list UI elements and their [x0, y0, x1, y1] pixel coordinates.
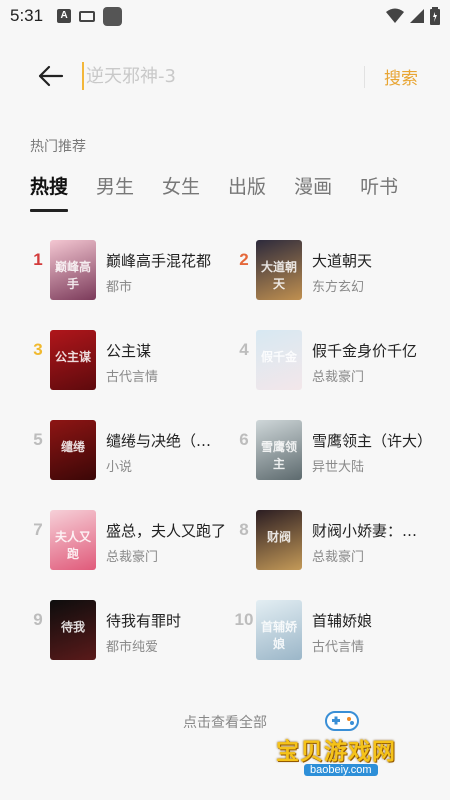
tab-4[interactable]: 漫画: [294, 172, 332, 212]
app-notification-icon: [103, 6, 123, 26]
search-bar: 搜索: [0, 48, 450, 104]
search-divider: [364, 66, 365, 88]
book-cover-text: 夫人又跑: [54, 530, 91, 561]
book-title[interactable]: 财阀小娇妻：乖乖宠: [312, 520, 432, 541]
book-cover[interactable]: 待我: [50, 600, 96, 660]
book-genre: 东方玄幻: [312, 280, 365, 295]
tab-0[interactable]: 热搜: [30, 172, 69, 212]
book-item[interactable]: 5 缱绻 缱绻与决绝（完整版） 小说: [26, 408, 226, 480]
book-rank: 4: [239, 340, 249, 359]
book-title[interactable]: 待我有罪时: [106, 610, 226, 631]
wifi-icon: [386, 8, 404, 23]
watermark-url: baobeiy.com: [304, 764, 378, 776]
book-genre: 古代言情: [312, 640, 365, 655]
tab-1[interactable]: 男生: [96, 172, 134, 212]
book-cover[interactable]: 缱绻: [50, 420, 96, 480]
book-rank: 6: [239, 430, 249, 449]
book-title[interactable]: 巅峰高手混花都: [106, 250, 226, 271]
book-genre: 总裁豪门: [312, 370, 365, 385]
gamepad-icon: [325, 711, 359, 731]
book-title[interactable]: 缱绻与决绝（完整版）: [106, 430, 226, 451]
book-rank: 7: [33, 520, 43, 539]
book-title[interactable]: 盛总，夫人又跑了: [106, 520, 226, 541]
book-cover[interactable]: 夫人又跑: [50, 510, 96, 570]
book-item[interactable]: 4 假千金 假千金身价千亿总裁豪门: [232, 318, 432, 390]
book-title[interactable]: 首辅娇娘: [312, 610, 432, 631]
book-title[interactable]: 雪鹰领主（许大）: [312, 430, 432, 451]
status-icons: [386, 7, 440, 25]
book-item[interactable]: 1 巅峰高手 巅峰高手混花都都市: [26, 228, 226, 300]
book-cover-text: 雪鹰领主: [260, 440, 297, 471]
book-title[interactable]: 公主谋: [106, 340, 226, 361]
book-rank: 9: [33, 610, 43, 629]
book-rank: 8: [239, 520, 249, 539]
book-cover[interactable]: 首辅娇娘: [256, 600, 302, 660]
watermark-logo: 宝贝游戏网 baobeiy.com: [274, 710, 424, 788]
book-cover[interactable]: 公主谋: [50, 330, 96, 390]
book-rank: 10: [234, 610, 254, 629]
keyboard-icon: [79, 10, 96, 22]
book-item[interactable]: 2 大道朝天 大道朝天 东方玄幻: [232, 228, 432, 300]
back-button[interactable]: [36, 62, 66, 90]
book-cover[interactable]: 巅峰高手: [50, 240, 96, 300]
signal-icon: [410, 9, 424, 23]
book-item[interactable]: 10 首辅娇娘 首辅娇娘 古代言情: [232, 588, 432, 660]
book-rank: 1: [33, 250, 43, 269]
book-cover-text: 公主谋: [54, 350, 91, 364]
book-cover-text: 缱绻: [60, 440, 85, 454]
back-arrow-icon: [38, 65, 64, 87]
book-genre: 总裁豪门: [106, 550, 159, 565]
book-genre: 小说: [106, 460, 133, 475]
book-genre: 古代言情: [106, 370, 159, 385]
category-tabs: 热搜 男生 女生 出版 漫画 听书: [30, 172, 426, 216]
book-item[interactable]: 9 待我 待我有罪时都市纯爱: [26, 588, 226, 660]
book-cover-text: 待我: [60, 620, 85, 634]
notification-a-icon: A: [57, 9, 72, 23]
book-genre: 异世大陆: [312, 460, 365, 475]
book-cover-text: 首辅娇娘: [260, 620, 297, 651]
book-cover[interactable]: 大道朝天: [256, 240, 302, 300]
tab-2[interactable]: 女生: [162, 172, 200, 212]
book-rank: 3: [33, 340, 43, 359]
book-genre: 都市: [106, 280, 133, 295]
book-cover-text: 巅峰高手: [54, 260, 91, 291]
book-cover[interactable]: 假千金: [256, 330, 302, 390]
book-genre: 总裁豪门: [312, 550, 365, 565]
status-time: 5:31: [10, 6, 44, 25]
search-button[interactable]: 搜索: [384, 64, 418, 89]
tab-3[interactable]: 出版: [228, 172, 266, 212]
battery-icon: [430, 7, 440, 25]
section-title: 热门推荐: [30, 139, 86, 155]
status-bar: 5:31 A: [0, 0, 450, 32]
book-cover-text: 假千金: [260, 350, 297, 364]
book-genre: 都市纯爱: [106, 640, 159, 655]
watermark-title: 宝贝游戏网: [276, 739, 396, 765]
book-cover-text: 财阀: [266, 530, 291, 544]
book-rank: 5: [33, 430, 43, 449]
book-title[interactable]: 大道朝天: [312, 250, 432, 271]
book-rank: 2: [239, 250, 249, 269]
book-cover-text: 大道朝天: [260, 260, 297, 291]
book-item[interactable]: 7 夫人又跑 盛总，夫人又跑了总裁豪门: [26, 498, 226, 570]
book-item[interactable]: 3 公主谋 公主谋古代言情: [26, 318, 226, 390]
book-item[interactable]: 8 财阀 财阀小娇妻：乖乖宠总裁豪门: [232, 498, 432, 570]
tab-5[interactable]: 听书: [360, 172, 398, 212]
book-cover[interactable]: 财阀: [256, 510, 302, 570]
book-title[interactable]: 假千金身价千亿: [312, 340, 432, 361]
search-input[interactable]: [82, 62, 352, 90]
book-item[interactable]: 6 雪鹰领主 雪鹰领主（许大） 异世大陆: [232, 408, 432, 480]
book-cover[interactable]: 雪鹰领主: [256, 420, 302, 480]
